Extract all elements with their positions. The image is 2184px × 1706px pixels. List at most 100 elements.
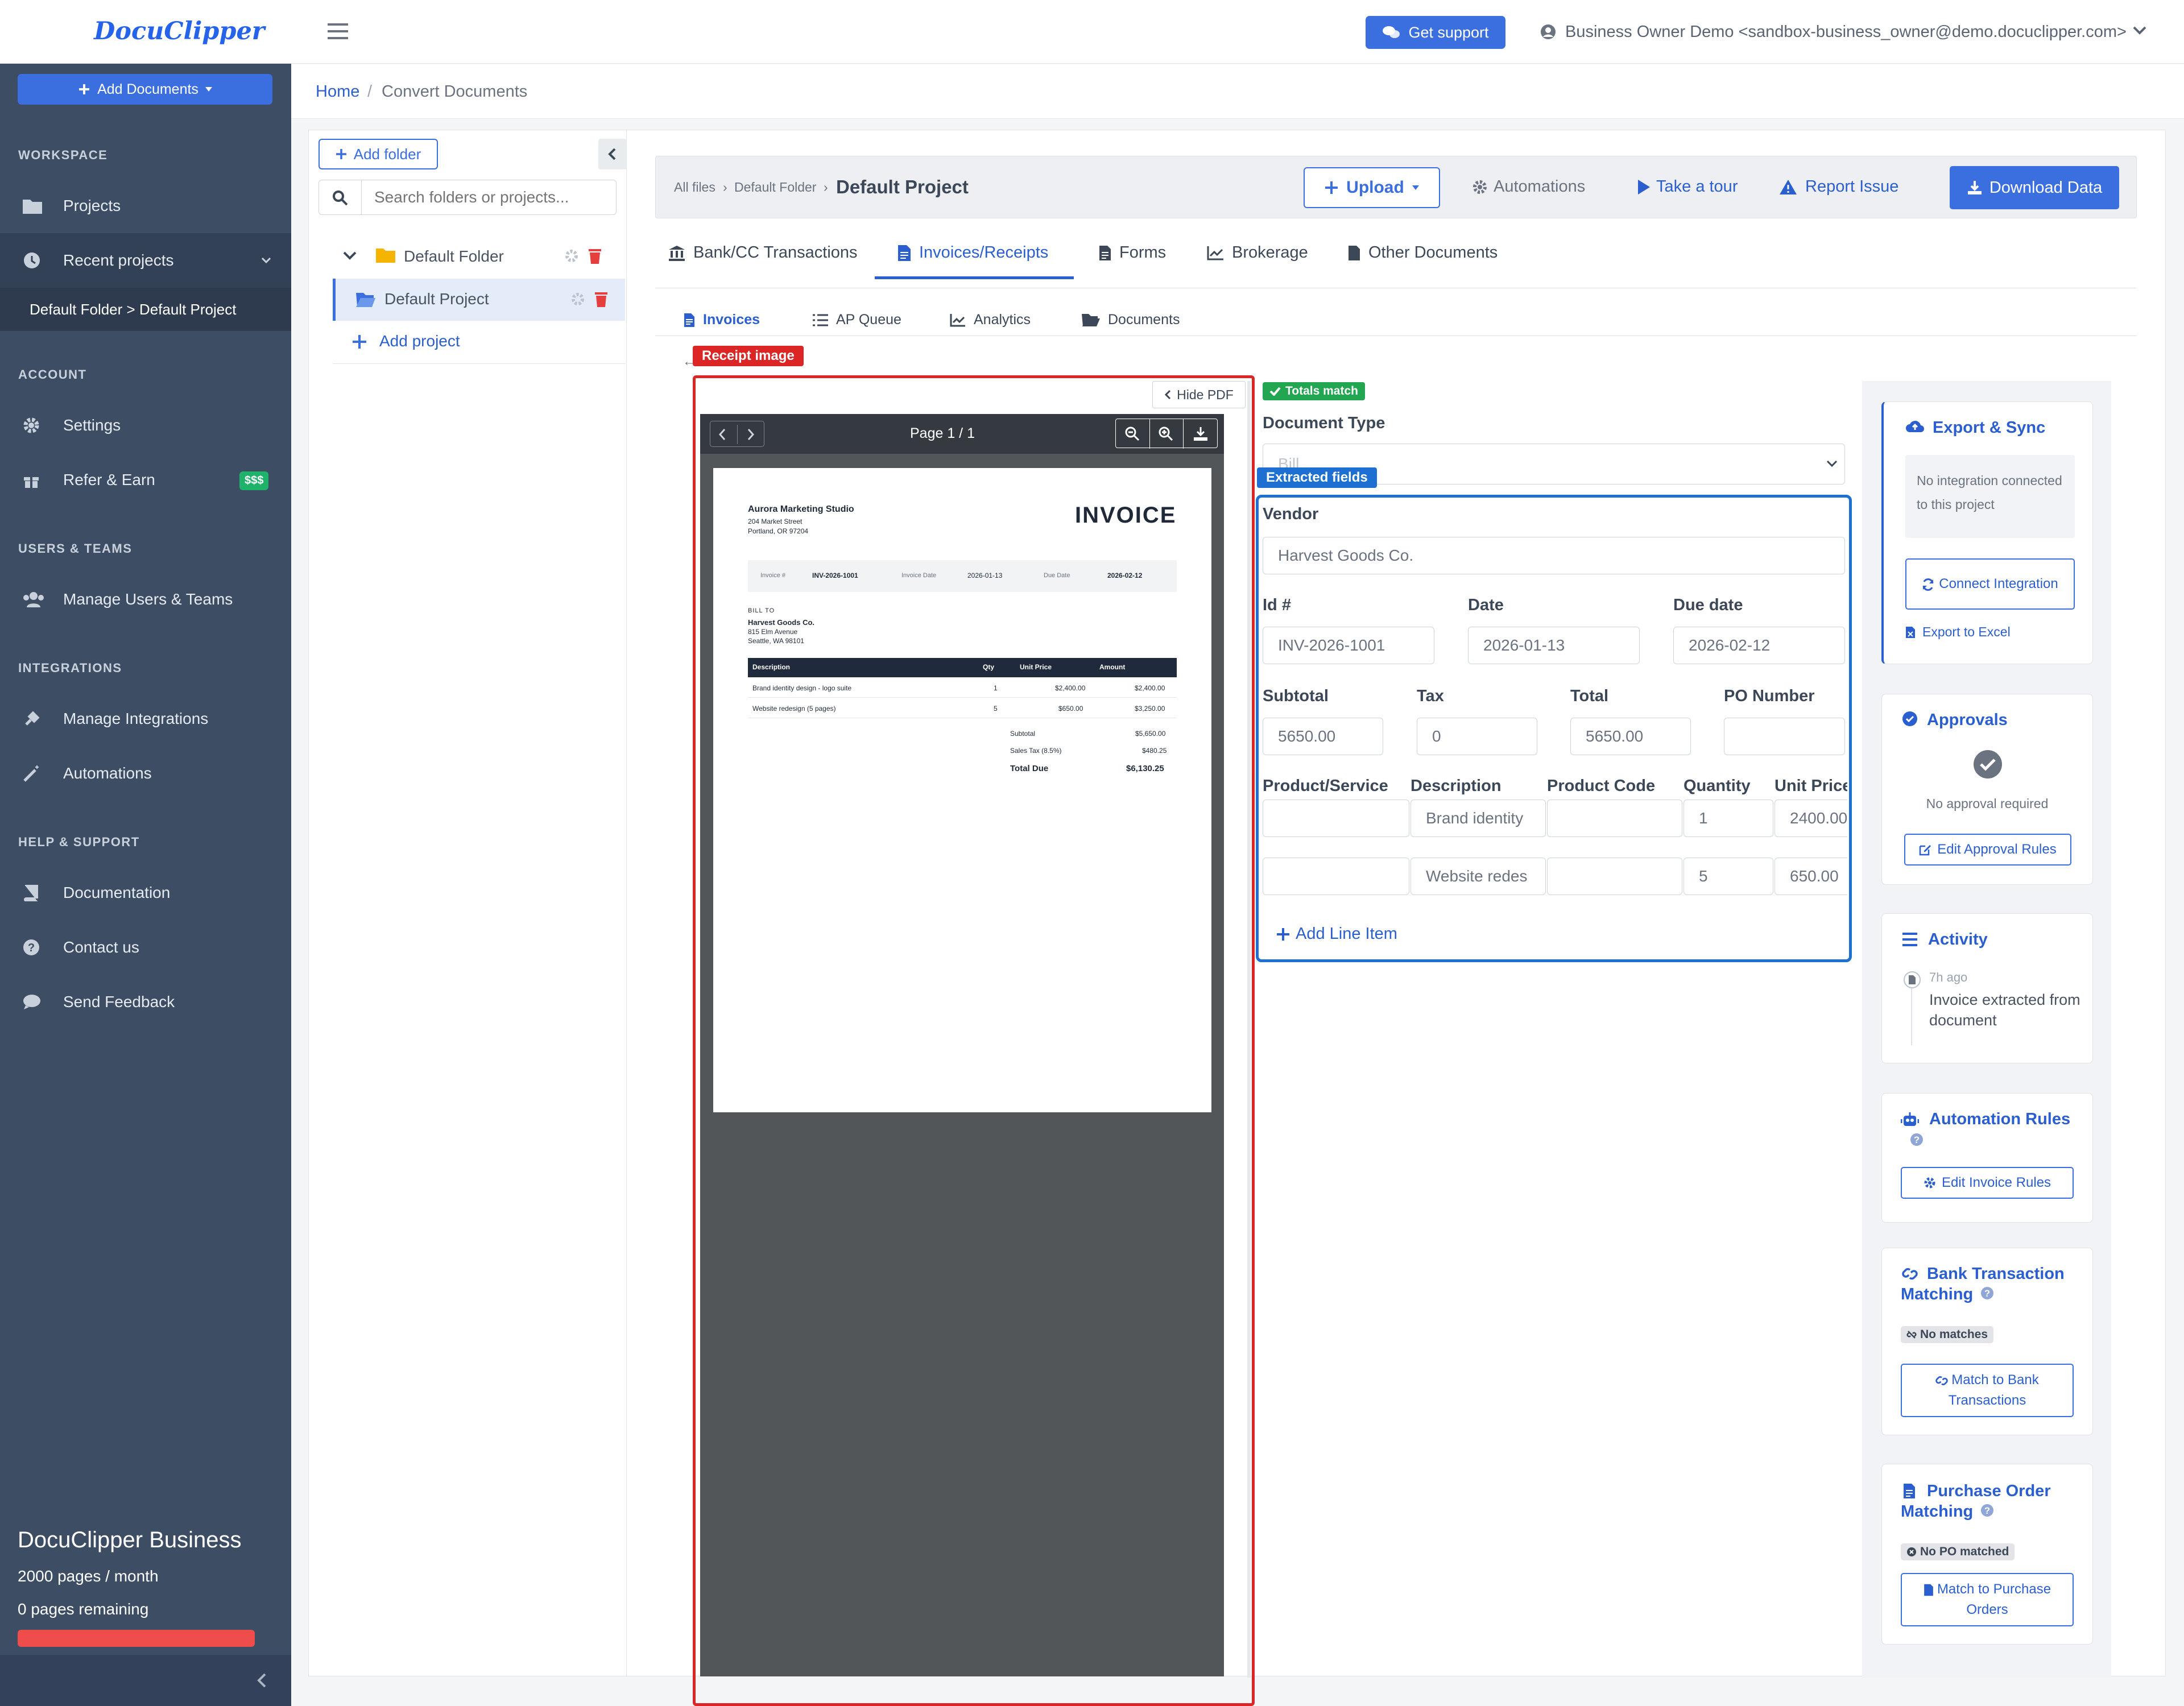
breadcrumb-home[interactable]: Home [316,82,359,101]
check-circle-icon [1974,750,2002,779]
line-quantity-field[interactable]: 5 [1684,858,1773,895]
download-icon [1967,181,1982,194]
upload-button[interactable]: Upload [1304,167,1440,208]
question-circle-icon[interactable]: ? [1980,1504,1994,1517]
add-project-label: Add project [379,332,460,350]
subtab-documents[interactable]: Documents [1082,312,1180,328]
report-issue-link[interactable]: Report Issue [1779,177,1898,196]
tab-bank-cc[interactable]: Bank/CC Transactions [668,243,858,262]
extracted-fields-tag: Extracted fields [1257,467,1377,488]
sidebar-label: Contact us [63,938,139,956]
collapse-tree-button[interactable] [598,139,627,169]
hamburger-menu-icon[interactable] [328,23,348,40]
activity-time: 7h ago [1929,970,1968,984]
sidebar-item-manage-integrations[interactable]: Manage Integrations [0,691,291,746]
subtab-analytics[interactable]: Analytics [950,312,1031,328]
match-bank-transactions-button[interactable]: Match to Bank Transactions [1901,1364,2074,1417]
activity-text: Invoice extracted from document [1929,991,2080,1029]
sidebar-label: Automations [63,764,152,782]
refer-badge: $$$ [239,471,269,490]
sidebar-item-contact[interactable]: ? Contact us [0,920,291,975]
sidebar-item-users[interactable]: Manage Users & Teams [0,572,291,627]
crumb-sep: › [824,180,828,194]
chevron-down-icon[interactable] [2133,26,2146,35]
sidebar-item-automations[interactable]: Automations [0,746,291,801]
crumb-folder[interactable]: Default Folder [734,180,816,195]
vendor-field[interactable]: Harvest Goods Co. [1263,537,1845,574]
sidebar-item-recent-projects[interactable]: Recent projects [0,233,291,288]
svg-text:?: ? [1984,1288,1990,1299]
tax-field[interactable]: 0 [1417,718,1537,755]
line-description-field[interactable]: Website redes [1410,858,1546,895]
crumb-all-files[interactable]: All files [674,180,715,195]
check-icon [1269,387,1281,396]
subtotal-field[interactable]: 5650.00 [1263,718,1383,755]
user-menu[interactable]: Business Owner Demo <sandbox-business_ow… [1565,23,2127,42]
subtab-ap-queue[interactable]: AP Queue [812,312,901,328]
connect-wrap: Connect Integration [1922,574,2058,594]
add-line-item-button[interactable]: Add Line Item [1276,925,1397,943]
tab-forms[interactable]: Forms [1099,243,1166,262]
subtab-label: Analytics [974,312,1031,328]
subtab-invoices[interactable]: Invoices [684,312,760,328]
add-folder-button[interactable]: Add folder [318,139,438,169]
line-product-field[interactable] [1263,800,1409,837]
sidebar-item-documentation[interactable]: Documentation [0,866,291,920]
due-date-field[interactable]: 2026-02-12 [1673,627,1845,664]
question-circle-icon[interactable]: ? [1980,1286,1994,1300]
gear-icon[interactable] [571,292,585,306]
add-project-row[interactable]: Add project [333,321,626,364]
line-unit-price-field[interactable]: 2400.00 [1774,800,1847,837]
gear-icon [23,417,39,433]
id-field[interactable]: INV-2026-1001 [1263,627,1434,664]
play-icon [1638,179,1650,194]
edit-approval-rules-button[interactable]: Edit Approval Rules [1904,834,2071,866]
line-code-field[interactable] [1547,800,1682,837]
subtab-label: Documents [1108,312,1180,328]
logo-area[interactable]: DocuClipper [0,0,291,64]
tab-invoices-receipts[interactable]: Invoices/Receipts [897,243,1048,262]
line-unit-price-field[interactable]: 650.00 [1774,858,1847,895]
connect-integration-button[interactable]: Connect Integration [1905,558,2075,610]
question-circle-icon[interactable]: ? [1910,1133,1924,1146]
line-product-field[interactable] [1263,858,1409,895]
match-purchase-orders-button[interactable]: Match to Purchase Orders [1901,1573,2074,1626]
tree-project-row[interactable]: Default Project [333,279,625,321]
search-input[interactable] [364,182,614,213]
tab-other-documents[interactable]: Other Documents [1348,243,1498,262]
line-code-field[interactable] [1547,858,1682,895]
chart-line-icon [1207,246,1223,260]
folder-icon [376,249,395,263]
add-documents-button[interactable]: Add Documents [18,74,272,105]
line-quantity-field[interactable]: 1 [1684,800,1773,837]
trash-icon[interactable] [589,248,601,264]
automations-link[interactable]: Automations [1472,177,1585,196]
edit-invoice-rules-button[interactable]: Edit Invoice Rules [1901,1167,2074,1199]
sidebar-item-settings[interactable]: Settings [0,398,291,453]
date-field[interactable]: 2026-01-13 [1468,627,1640,664]
subtotal-label: Subtotal [1263,687,1329,705]
recent-project-link[interactable]: Default Folder > Default Project [0,288,291,331]
gear-icon[interactable] [565,249,578,263]
po-number-field[interactable] [1724,718,1845,755]
search-addon [318,180,362,215]
totals-match-badge: Totals match [1263,382,1365,400]
export-sync-title: Export & Sync [1933,419,2046,437]
tab-brokerage[interactable]: Brokerage [1207,243,1308,262]
export-to-excel-link[interactable]: Export to Excel [1905,624,2011,640]
trash-icon[interactable] [595,291,607,307]
docuclipper-logo[interactable]: DocuClipper [94,17,264,45]
total-field[interactable]: 5650.00 [1570,718,1691,755]
sidebar-collapse-button[interactable] [0,1655,291,1706]
file-invoice-icon [898,245,911,261]
line-header: Unit Price [1774,777,1847,795]
chevron-down-icon [1826,460,1838,467]
tree-folder-row[interactable]: Default Folder [333,235,626,278]
download-data-button[interactable]: Download Data [1950,166,2119,209]
sidebar-item-feedback[interactable]: Send Feedback [0,975,291,1029]
project-title: Default Project [836,176,969,197]
get-support-button[interactable]: Get support [1366,16,1505,49]
line-description-field[interactable]: Brand identity [1410,800,1546,837]
take-tour-link[interactable]: Take a tour [1637,177,1738,196]
sidebar-item-projects[interactable]: Projects [0,179,291,233]
